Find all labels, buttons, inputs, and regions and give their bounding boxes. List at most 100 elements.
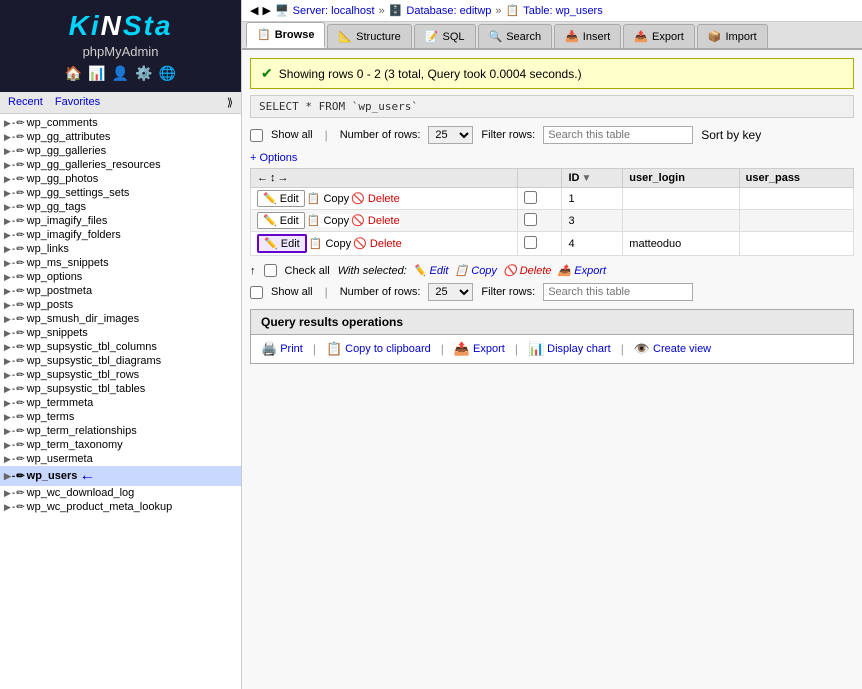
sidebar-expand-icon[interactable]: ⟫	[227, 96, 233, 109]
copy-button-row2[interactable]: 📋 Copy	[309, 237, 351, 250]
success-banner: ✔ Showing rows 0 - 2 (3 total, Query too…	[250, 58, 854, 89]
bottom-export-link[interactable]: 📤 Export	[558, 264, 607, 277]
edit-button-row1[interactable]: ✏️ Edit	[257, 212, 305, 229]
sidebar-item-wp_supsystic_tbl_tables[interactable]: ▶ - ✏ wp_supsystic_tbl_tables	[0, 382, 241, 396]
row-checkbox-0[interactable]	[524, 191, 537, 204]
qro-action-create-view[interactable]: 👁️Create view	[634, 341, 711, 357]
rows-per-page-select[interactable]: 25 50 100	[428, 126, 473, 144]
sidebar-item-label: wp_gg_galleries_resources	[27, 159, 161, 171]
qro-action-display-chart[interactable]: 📊Display chart	[528, 341, 611, 357]
sidebar-item-wp_imagify_folders[interactable]: ▶ - ✏ wp_imagify_folders	[0, 228, 241, 242]
sidebar-item-wp_smush_dir_images[interactable]: ▶ - ✏ wp_smush_dir_images	[0, 312, 241, 326]
tab-search[interactable]: 🔍 Search	[478, 24, 553, 48]
bottom-edit-link[interactable]: ✏️ Edit	[413, 264, 449, 277]
qro-icon-3: 📊	[528, 341, 544, 357]
globe-icon[interactable]: 🌐	[159, 65, 176, 82]
sidebar-item-wp_term_relationships[interactable]: ▶ - ✏ wp_term_relationships	[0, 424, 241, 438]
right-arrow-icon[interactable]: →	[278, 172, 289, 184]
copy-button-row0[interactable]: 📋 Copy	[307, 192, 349, 205]
home-icon[interactable]: 🏠	[65, 65, 82, 82]
sidebar-item-wp_links[interactable]: ▶ - ✏ wp_links	[0, 242, 241, 256]
tab-label-browse: Browse	[275, 29, 315, 41]
top-filter-input[interactable]	[543, 126, 693, 144]
sidebar-item-wp_supsystic_tbl_rows[interactable]: ▶ - ✏ wp_supsystic_tbl_rows	[0, 368, 241, 382]
sidebar-item-wp_users[interactable]: ▶ - ✏ wp_users ←	[0, 466, 241, 486]
qro-action-copy-to-clipboard[interactable]: 📋Copy to clipboard	[326, 341, 431, 357]
edit-button-row0[interactable]: ✏️ Edit	[257, 190, 305, 207]
user-icon[interactable]: 👤	[112, 65, 129, 82]
table-pencil-icon: ✏	[16, 471, 24, 482]
sidebar-item-wp_snippets[interactable]: ▶ - ✏ wp_snippets	[0, 326, 241, 340]
row-checkbox-1[interactable]	[524, 213, 537, 226]
table-small-icon: -	[12, 471, 15, 482]
show-all-checkbox[interactable]	[250, 129, 263, 142]
sidebar-item-wp_term_taxonomy[interactable]: ▶ - ✏ wp_term_taxonomy	[0, 438, 241, 452]
sidebar: KiNSta phpMyAdmin 🏠 📊 👤 ⚙️ 🌐 Recent Favo…	[0, 0, 242, 689]
delete-button-row1[interactable]: 🚫 Delete	[351, 214, 400, 227]
sidebar-item-wp_gg_attributes[interactable]: ▶ - ✏ wp_gg_attributes	[0, 130, 241, 144]
check-all-button[interactable]: Check all	[285, 265, 330, 277]
sidebar-item-wp_usermeta[interactable]: ▶ - ✏ wp_usermeta	[0, 452, 241, 466]
sidebar-item-wp_posts[interactable]: ▶ - ✏ wp_posts	[0, 298, 241, 312]
nav-up-icon[interactable]: ↑	[250, 265, 256, 277]
row-id-cell: 1	[562, 188, 623, 210]
col-user-pass[interactable]: user_pass	[739, 169, 853, 188]
expand-icon: ▶	[4, 488, 11, 499]
row-checkbox-cell	[518, 188, 562, 210]
check-all-checkbox[interactable]	[264, 264, 277, 277]
sidebar-item-wp_gg_settings_sets[interactable]: ▶ - ✏ wp_gg_settings_sets	[0, 186, 241, 200]
sidebar-item-wp_imagify_files[interactable]: ▶ - ✏ wp_imagify_files	[0, 214, 241, 228]
edit-button-row2[interactable]: ✏️ Edit	[257, 234, 307, 253]
qro-sep: |	[313, 342, 316, 356]
tab-sql[interactable]: 📝 SQL	[414, 24, 476, 48]
col-user-login[interactable]: user_login	[623, 169, 739, 188]
left-arrow-icon[interactable]: ←	[257, 172, 268, 184]
sidebar-item-wp_gg_tags[interactable]: ▶ - ✏ wp_gg_tags	[0, 200, 241, 214]
tab-insert[interactable]: 📥 Insert	[554, 24, 621, 48]
sort-icon[interactable]: ↕	[270, 172, 276, 184]
sidebar-item-wp_terms[interactable]: ▶ - ✏ wp_terms	[0, 410, 241, 424]
row-checkbox-2[interactable]	[524, 236, 537, 249]
delete-button-row0[interactable]: 🚫 Delete	[351, 192, 400, 205]
qro-action-print[interactable]: 🖨️Print	[261, 341, 303, 357]
sidebar-item-wp_wc_product_meta_lookup[interactable]: ▶ - ✏ wp_wc_product_meta_lookup	[0, 500, 241, 514]
sidebar-item-wp_gg_galleries[interactable]: ▶ - ✏ wp_gg_galleries	[0, 144, 241, 158]
table-row: ✏️ Edit 📋 Copy 🚫 Delete 1	[251, 188, 854, 210]
expand-icon: ▶	[4, 160, 11, 171]
sidebar-item-wp_postmeta[interactable]: ▶ - ✏ wp_postmeta	[0, 284, 241, 298]
sidebar-item-label: wp_gg_settings_sets	[27, 187, 130, 199]
sidebar-item-wp_comments[interactable]: ▶ - ✏ wp_comments	[0, 116, 241, 130]
sidebar-item-wp_gg_galleries_resources[interactable]: ▶ - ✏ wp_gg_galleries_resources	[0, 158, 241, 172]
sidebar-item-wp_options[interactable]: ▶ - ✏ wp_options	[0, 270, 241, 284]
sidebar-item-wp_ms_snippets[interactable]: ▶ - ✏ wp_ms_snippets	[0, 256, 241, 270]
recent-link[interactable]: Recent	[8, 96, 43, 109]
bottom-delete-link[interactable]: 🚫 Delete	[503, 264, 552, 277]
db-icon[interactable]: 📊	[88, 65, 105, 82]
qro-action-export[interactable]: 📤Export	[454, 341, 505, 357]
server-link[interactable]: Server: localhost	[293, 5, 375, 17]
bottom-filter-input[interactable]	[543, 283, 693, 301]
tab-import[interactable]: 📦 Import	[697, 24, 768, 48]
tab-browse[interactable]: 📋 Browse	[246, 22, 325, 48]
tab-label-insert: Insert	[583, 31, 611, 43]
sidebar-item-wp_termmeta[interactable]: ▶ - ✏ wp_termmeta	[0, 396, 241, 410]
table-link[interactable]: Table: wp_users	[523, 5, 603, 17]
qro-sep: |	[515, 342, 518, 356]
sidebar-item-wp_gg_photos[interactable]: ▶ - ✏ wp_gg_photos	[0, 172, 241, 186]
settings-icon[interactable]: ⚙️	[135, 65, 152, 82]
bottom-rows-per-page-select[interactable]: 25 50 100	[428, 283, 473, 301]
sidebar-item-wp_supsystic_tbl_columns[interactable]: ▶ - ✏ wp_supsystic_tbl_columns	[0, 340, 241, 354]
copy-button-row1[interactable]: 📋 Copy	[307, 214, 349, 227]
bottom-show-all-checkbox[interactable]	[250, 286, 263, 299]
delete-button-row2[interactable]: 🚫 Delete	[353, 237, 402, 250]
tab-export[interactable]: 📤 Export	[623, 24, 695, 48]
sidebar-item-label: wp_supsystic_tbl_diagrams	[27, 355, 162, 367]
options-link[interactable]: + Options	[250, 152, 297, 164]
sidebar-item-wp_wc_download_log[interactable]: ▶ - ✏ wp_wc_download_log	[0, 486, 241, 500]
bottom-copy-link[interactable]: 📋 Copy	[454, 264, 496, 277]
database-link[interactable]: Database: editwp	[406, 5, 491, 17]
favorites-link[interactable]: Favorites	[55, 96, 100, 109]
sidebar-item-wp_supsystic_tbl_diagrams[interactable]: ▶ - ✏ wp_supsystic_tbl_diagrams	[0, 354, 241, 368]
tab-structure[interactable]: 📐 Structure	[327, 24, 411, 48]
col-id[interactable]: ID ▼	[562, 169, 623, 188]
